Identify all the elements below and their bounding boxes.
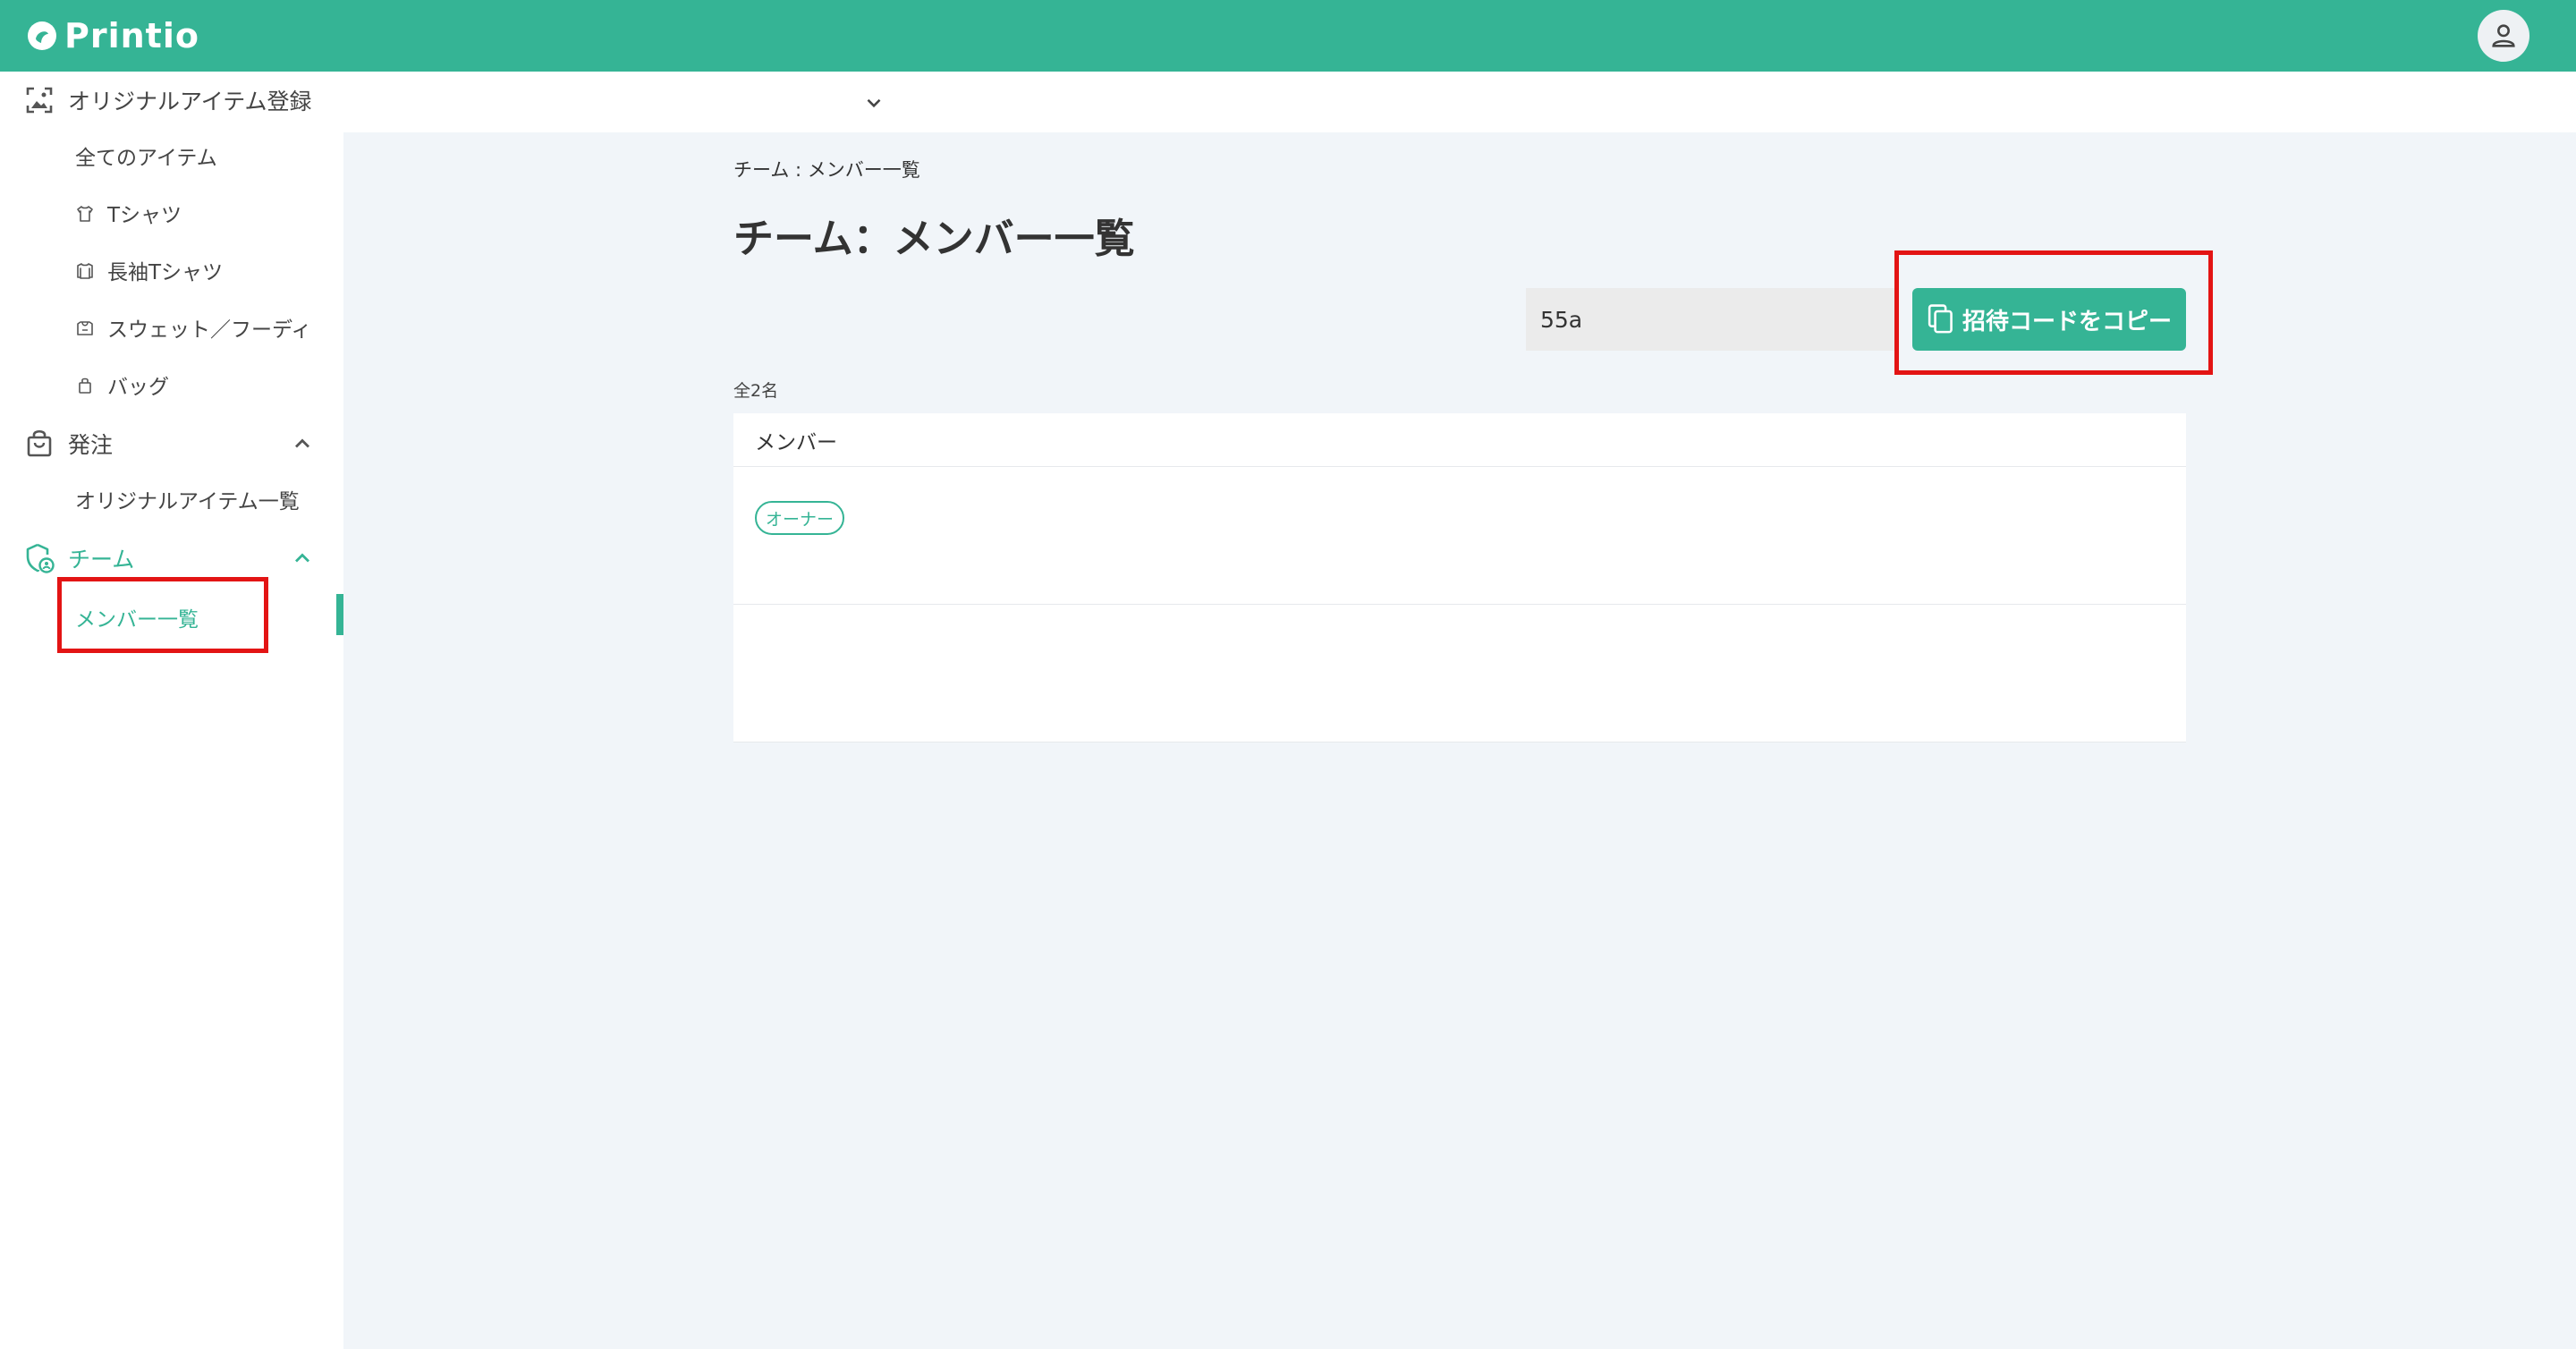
sidebar-group-team[interactable]: チーム [0, 531, 343, 585]
sidebar-group-order[interactable]: 発注 [0, 417, 343, 471]
sidebar-group-label: オリジナルアイテム登録 [68, 89, 312, 115]
copy-invite-code-button[interactable]: 招待コードをコピー [1912, 288, 2186, 351]
column-header-member: メンバー [755, 430, 837, 454]
shopping-bag-icon [27, 429, 52, 457]
bag-icon [79, 378, 91, 394]
longsleeve-icon [77, 263, 93, 279]
sidebar-item-bag[interactable]: バッグ [0, 360, 343, 410]
sidebar-group-original-item-register[interactable]: オリジナルアイテム登録 [0, 73, 343, 127]
sidebar-group-label: 発注 [68, 432, 114, 458]
copy-icon [1928, 304, 1953, 334]
team-shield-icon [26, 543, 55, 573]
sidebar-item-longsleeve[interactable]: 長袖Tシャツ [0, 245, 343, 295]
owner-badge: オーナー [755, 501, 845, 535]
invite-code-input[interactable] [1526, 288, 1894, 351]
sidebar-item-label: バッグ [107, 376, 169, 399]
sidebar-item-label: オリジナルアイテム一覧 [75, 490, 300, 513]
sidebar-item-label: スウェット／フーディ [107, 318, 312, 342]
chevron-up-icon [295, 553, 309, 563]
sidebar-item-label: 全てのアイテム [75, 147, 217, 170]
sidebar: オリジナルアイテム登録 全てのアイテム Tシャツ 長袖Tシャツ スウェット／フー… [0, 72, 343, 1349]
user-avatar-button[interactable] [2478, 10, 2529, 62]
table-row[interactable] [733, 605, 2186, 742]
sidebar-item-member-list[interactable]: メンバー一覧 [0, 592, 343, 642]
page-title: チーム：メンバー一覧 [733, 215, 1135, 262]
logo-text: Printio [64, 16, 199, 55]
app-header: Printio [0, 0, 2576, 72]
sidebar-item-all-items[interactable]: 全てのアイテム [0, 131, 343, 181]
sidebar-group-label: チーム [68, 547, 135, 573]
table-header: メンバー [733, 413, 2186, 467]
sidebar-item-label: Tシャツ [107, 204, 182, 227]
image-upload-icon [26, 87, 53, 114]
top-bar [343, 72, 2576, 132]
hoodie-icon [77, 321, 93, 335]
printio-logo[interactable]: Printio [25, 13, 199, 59]
chevron-down-icon[interactable] [862, 91, 886, 115]
copy-button-label: 招待コードをコピー [1962, 308, 2172, 335]
sidebar-item-tshirt[interactable]: Tシャツ [0, 188, 343, 238]
breadcrumb: チーム : メンバー一覧 [733, 159, 920, 181]
tshirt-icon [77, 206, 93, 222]
member-table: メンバー オーナー [733, 413, 2186, 742]
sidebar-item-hoodie[interactable]: スウェット／フーディ [0, 302, 343, 352]
member-count: 全2名 [733, 381, 779, 401]
printio-logo-icon [28, 21, 56, 50]
sidebar-item-original-item-list[interactable]: オリジナルアイテム一覧 [0, 474, 343, 524]
sidebar-item-label: メンバー一覧 [75, 608, 199, 632]
table-row[interactable]: オーナー [733, 467, 2186, 605]
active-indicator [336, 594, 343, 635]
sidebar-item-label: 長袖Tシャツ [107, 261, 224, 284]
chevron-up-icon [295, 438, 309, 448]
user-icon [2492, 24, 2515, 47]
